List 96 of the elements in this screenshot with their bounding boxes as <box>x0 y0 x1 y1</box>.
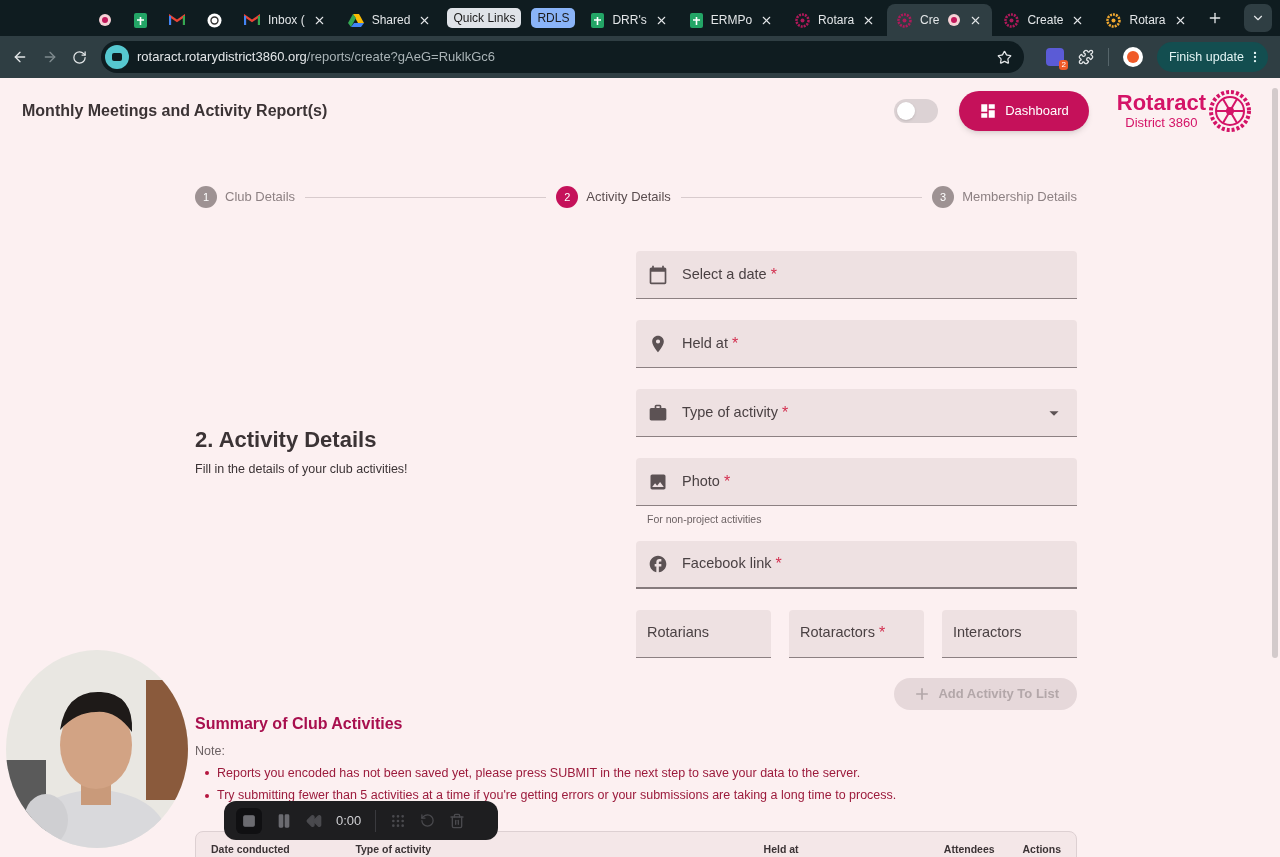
step-label[interactable]: Membership Details <box>962 187 1077 207</box>
mail-icon <box>244 14 260 26</box>
tab-title: Shared <box>371 12 411 29</box>
required-mark: * <box>775 553 782 574</box>
tab-title: Rotara <box>818 12 855 29</box>
record-icon <box>98 13 112 27</box>
tab-title: Cre <box>920 12 940 29</box>
url-text: rotaract.rotarydistrict3860.org/reports/create?gAeG=RuklkGc6 <box>137 48 496 67</box>
pause-icon[interactable] <box>276 812 292 829</box>
logo-district: District 3860 <box>1125 115 1198 131</box>
profile-avatar[interactable] <box>1122 47 1143 67</box>
summary-title: Summary of Club Activities <box>195 713 404 734</box>
wheel-icon <box>795 12 811 28</box>
briefcase-icon <box>648 402 668 423</box>
field-label: Select a date <box>682 264 767 284</box>
tab-title: Create <box>1027 12 1064 29</box>
bookmark-star-icon[interactable] <box>996 49 1012 65</box>
step-label[interactable]: Club Details <box>225 187 296 207</box>
field-label: Rotarians <box>647 623 710 643</box>
column-header: Attendees <box>943 842 996 857</box>
gear-wheel-logo-icon <box>1208 89 1252 133</box>
finish-update-button[interactable]: Finish update <box>1156 42 1268 72</box>
triangle-icon <box>347 13 364 27</box>
column-header: Actions <box>1022 842 1061 857</box>
input-field[interactable]: Held at * <box>636 320 1077 368</box>
field-label: Facebook link <box>682 553 772 573</box>
notification-badge: 2 <box>1059 60 1068 70</box>
browser-tab[interactable]: Shared <box>337 4 442 36</box>
section-subtitle: Fill in the details of your club activities! <box>195 460 409 478</box>
page-title: Monthly Meetings and Activity Report(s) <box>22 101 328 121</box>
browser-tab[interactable]: Create <box>994 4 1095 36</box>
required-mark: * <box>878 623 886 644</box>
puzzle-icon[interactable] <box>1077 49 1094 65</box>
tab-search-button[interactable] <box>1244 4 1272 32</box>
restart-icon[interactable] <box>420 813 436 828</box>
mail-icon <box>169 14 185 26</box>
spreadsheet-icon <box>689 12 703 28</box>
number-field[interactable]: Rotaractors * <box>789 609 924 658</box>
field-label: Held at <box>682 333 728 353</box>
back-icon[interactable] <box>12 49 28 65</box>
note-text: Reports you encoded has not been saved yet, please press SUBMIT in the next step to save your data to the server. <box>217 764 861 782</box>
recording-time: 0:00 <box>336 811 362 830</box>
tab-group-label[interactable]: RDLS <box>531 8 576 28</box>
number-field[interactable]: Interactors <box>942 609 1077 658</box>
tab-title: ERMPo <box>710 12 753 29</box>
note-text: Try submitting fewer than 5 activities at a time if you're getting errors or your submissions are taking a long time to process. <box>217 787 897 805</box>
field-label: Interactors <box>953 623 1022 643</box>
browser-tab[interactable]: Cre <box>887 4 993 36</box>
spreadsheet-icon <box>591 12 605 28</box>
step-number[interactable]: 2 <box>556 186 579 208</box>
theme-toggle[interactable] <box>894 99 939 123</box>
field-label: Type of activity <box>682 402 778 422</box>
stop-icon <box>242 813 256 828</box>
reload-icon[interactable] <box>72 49 87 65</box>
wheel-icon <box>897 12 913 28</box>
required-mark: * <box>770 264 777 285</box>
facebook-icon <box>648 553 668 574</box>
input-field[interactable]: Type of activity * <box>636 389 1077 437</box>
tab-title: DRR's <box>612 12 647 29</box>
swirl-icon <box>207 12 222 28</box>
column-header: Type of activity <box>355 842 433 857</box>
tab-title: Inbox ( <box>268 12 305 29</box>
browser-tab[interactable]: Rotara <box>1096 4 1197 36</box>
section-title: 2. Activity Details <box>195 425 378 454</box>
field-label: Photo <box>682 471 720 491</box>
column-header: Held at <box>763 842 800 857</box>
step-label[interactable]: Activity Details <box>586 187 671 207</box>
tab-title: Rotara <box>1129 12 1166 29</box>
required-mark: * <box>731 333 739 354</box>
note-label: Note: <box>195 742 226 760</box>
input-field[interactable]: Select a date * <box>636 251 1077 299</box>
dashboard-grid-icon <box>979 102 998 120</box>
forward-icon[interactable] <box>42 49 58 65</box>
browser-tab[interactable]: Inbox ( <box>234 4 336 36</box>
site-info-icon[interactable] <box>105 45 129 69</box>
input-field[interactable]: Facebook link * <box>636 540 1077 589</box>
spreadsheet-icon <box>134 12 147 28</box>
calendar-icon <box>648 264 668 285</box>
dashboard-button[interactable]: Dashboard <box>959 91 1089 131</box>
address-bar[interactable]: rotaract.rotarydistrict3860.org/reports/create?gAeG=RuklkGc6 <box>101 41 1024 73</box>
logo-wordmark: Rotaract <box>1116 91 1206 115</box>
browser-tab[interactable]: ERMPo <box>679 4 784 36</box>
required-mark: * <box>723 471 731 492</box>
number-field[interactable]: Rotarians <box>636 609 771 658</box>
browser-tab[interactable]: DRR's <box>581 4 678 36</box>
field-label: Rotaractors <box>800 623 875 643</box>
input-field[interactable]: Photo * <box>636 458 1077 506</box>
helper-text: For non-project activities <box>646 512 763 527</box>
stop-button[interactable] <box>236 807 262 834</box>
wheel-icon <box>1106 12 1122 28</box>
record-icon <box>947 13 962 27</box>
wheel-icon <box>1004 12 1020 28</box>
browser-tab[interactable]: Rotara <box>785 4 886 36</box>
tab-group-label[interactable]: Quick Links <box>447 8 522 28</box>
column-header: Date conducted <box>211 842 291 857</box>
required-mark: * <box>781 402 789 423</box>
